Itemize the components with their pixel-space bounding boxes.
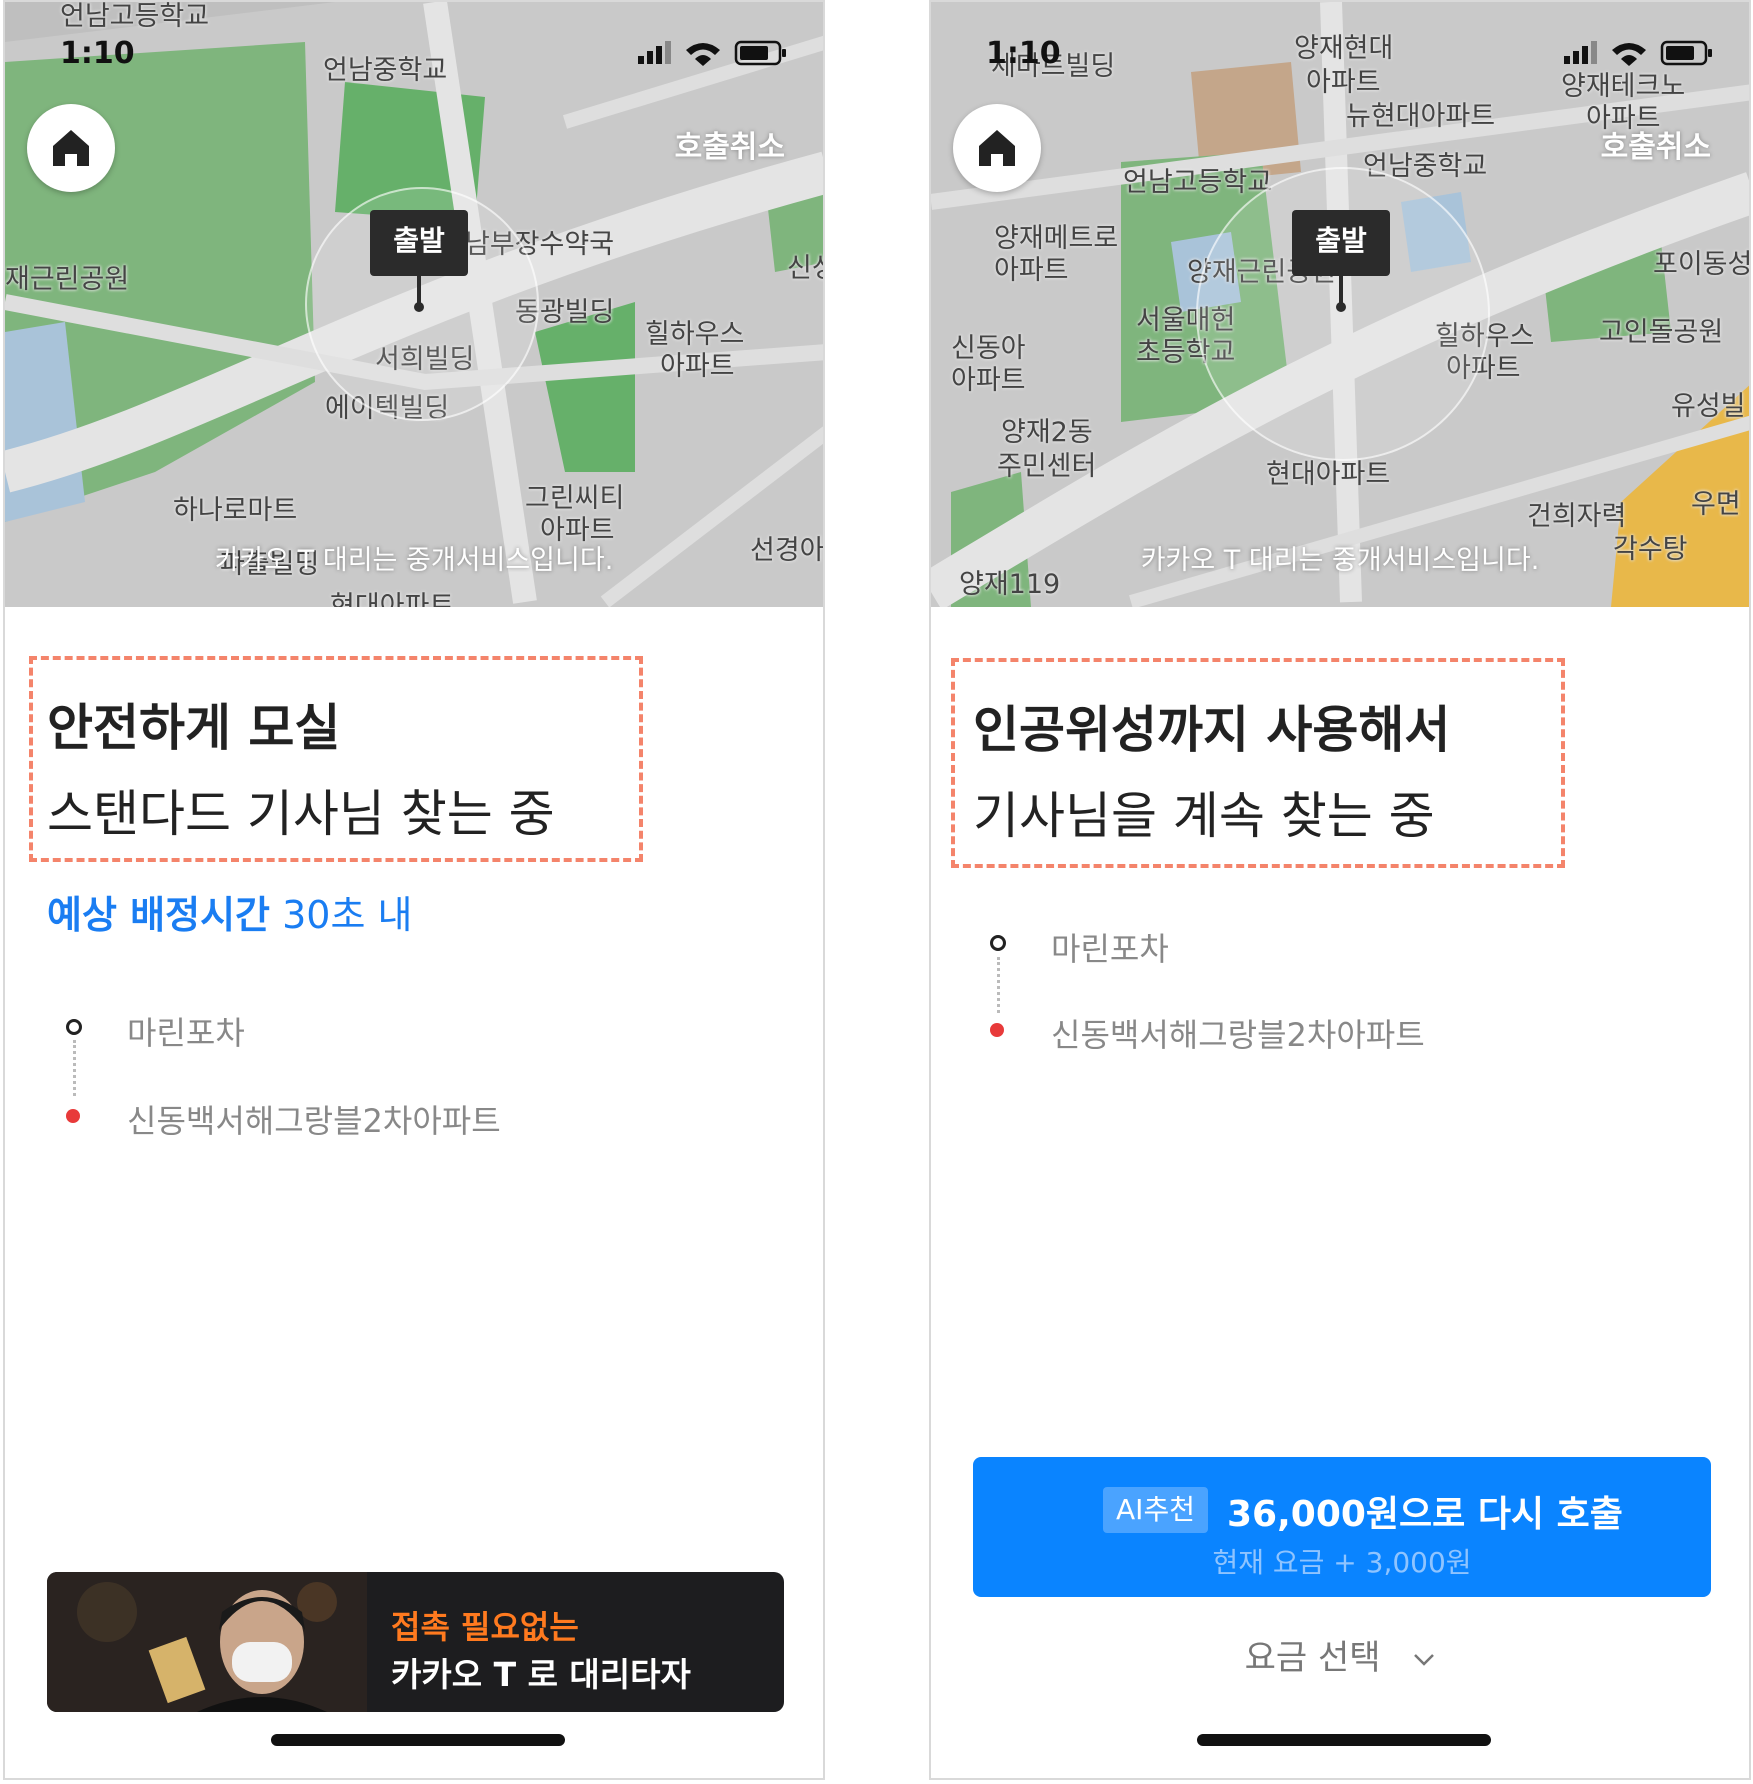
- home-indicator[interactable]: [1197, 1734, 1491, 1746]
- destination-dot: [990, 1023, 1004, 1037]
- fare-select-dropdown[interactable]: 요금 선택: [931, 1630, 1749, 1679]
- route-connector: [997, 957, 1000, 1013]
- destination-dot: [66, 1109, 80, 1123]
- map-label: 우면: [1691, 489, 1741, 520]
- status-icons: [638, 40, 786, 66]
- map-label: 아파트: [951, 365, 1026, 396]
- departure-pin-label: 출발: [370, 210, 468, 276]
- map-label: 언남고등학교: [60, 2, 210, 32]
- origin-label: 마린포차: [127, 1014, 245, 1052]
- map-label: 양재테크노: [1561, 71, 1686, 102]
- map-label: 아파트: [994, 255, 1069, 286]
- recall-price-detail: 현재 요금 + 3,000원: [1212, 1546, 1472, 1579]
- chevron-down-icon: [1414, 1653, 1435, 1666]
- cancel-call-button[interactable]: 호출취소: [1601, 122, 1711, 166]
- map-label: 언남중학교: [323, 55, 448, 86]
- map-label: 유성빌: [1671, 391, 1746, 422]
- status-title: 안전하게 모실: [47, 699, 341, 757]
- map-label: 언남고등학교: [1123, 167, 1273, 198]
- map-label: 아파트: [1306, 67, 1381, 98]
- banner-line1: 접촉 필요없는: [391, 1608, 579, 1646]
- map-label: 포이동성: [1653, 249, 1749, 280]
- map-view[interactable]: 언남고등학교 언남중학교 재근린공원 남부장수약국 동광빌딩 서희빌딩 에이텍빌…: [5, 2, 823, 607]
- map-label: 건희자력: [1527, 501, 1627, 532]
- map-label: 양재현대: [1294, 33, 1394, 64]
- origin-dot: [990, 935, 1006, 951]
- cancel-call-button[interactable]: 호출취소: [675, 122, 785, 166]
- map-view[interactable]: 세마트빌딩 양재현대 아파트 뉴현대아파트 양재테크노 아파트 언남고등학교 언…: [931, 2, 1749, 607]
- home-icon: [979, 130, 1015, 166]
- banner-line2: 카카오 T 로 대리타자: [391, 1655, 691, 1694]
- status-subtitle: 스탠다드 기사님 찾는 중: [47, 785, 555, 843]
- service-disclaimer: 카카오 T 대리는 중개서비스입니다.: [214, 545, 614, 576]
- destination-label: 신동백서해그랑블2차아파트: [1051, 1016, 1425, 1054]
- map-label: 재근린공원: [5, 264, 130, 295]
- status-time: 1:10: [986, 36, 1061, 71]
- ai-recommend-badge: AI추천: [1103, 1487, 1208, 1533]
- home-button[interactable]: [953, 104, 1041, 192]
- home-indicator[interactable]: [271, 1734, 565, 1746]
- route-connector: [73, 1040, 76, 1096]
- eta-value: 30초 내: [282, 893, 413, 937]
- map-label: 현대아파트: [330, 591, 455, 608]
- map-label: 현대아파트: [1266, 459, 1391, 490]
- departure-pin-label: 출발: [1292, 210, 1390, 276]
- fare-select-label: 요금 선택: [1244, 1638, 1381, 1678]
- eta-label: 예상 배정시간: [47, 893, 270, 937]
- map-label: 힐하우스: [645, 319, 745, 350]
- banner-image: [47, 1572, 367, 1712]
- recall-price-label: 36,000원으로 다시 호출: [1227, 1494, 1623, 1535]
- status-title: 인공위성까지 사용해서: [973, 701, 1451, 759]
- map-label: 하나로마트: [173, 495, 298, 526]
- departure-pin-dot: [1336, 302, 1346, 312]
- map-label: 고인돌공원: [1599, 317, 1724, 348]
- phone-screen-searching: 언남고등학교 언남중학교 재근린공원 남부장수약국 동광빌딩 서희빌딩 에이텍빌…: [3, 0, 825, 1780]
- ad-banner[interactable]: 접촉 필요없는 카카오 T 로 대리타자: [47, 1572, 784, 1712]
- service-disclaimer: 카카오 T 대리는 중개서비스입니다.: [1140, 545, 1540, 576]
- origin-label: 마린포차: [1051, 930, 1169, 968]
- departure-pin-dot: [414, 302, 424, 312]
- map-label: 그린씨티: [525, 483, 625, 514]
- map-label: 신성: [787, 253, 823, 284]
- map-label: 아파트: [660, 351, 735, 382]
- home-button[interactable]: [27, 104, 115, 192]
- map-label: 양재2동: [1001, 417, 1093, 448]
- phone-screen-retry: 세마트빌딩 양재현대 아파트 뉴현대아파트 양재테크노 아파트 언남고등학교 언…: [929, 0, 1751, 1780]
- status-subtitle: 기사님을 계속 찾는 중: [973, 787, 1435, 845]
- status-time: 1:10: [60, 36, 135, 71]
- map-label: 신동아: [951, 333, 1026, 364]
- destination-label: 신동백서해그랑블2차아파트: [127, 1102, 501, 1140]
- home-icon: [53, 130, 89, 166]
- map-label: 주민센터: [997, 451, 1097, 482]
- eta-text: 예상 배정시간 30초 내: [47, 884, 412, 939]
- map-label: 양재메트로: [994, 223, 1119, 254]
- status-icons: [1564, 40, 1712, 66]
- map-label: 뉴현대아파트: [1346, 101, 1496, 132]
- origin-dot: [66, 1019, 82, 1035]
- recall-button[interactable]: AI추천 36,000원으로 다시 호출 현재 요금 + 3,000원: [973, 1457, 1711, 1597]
